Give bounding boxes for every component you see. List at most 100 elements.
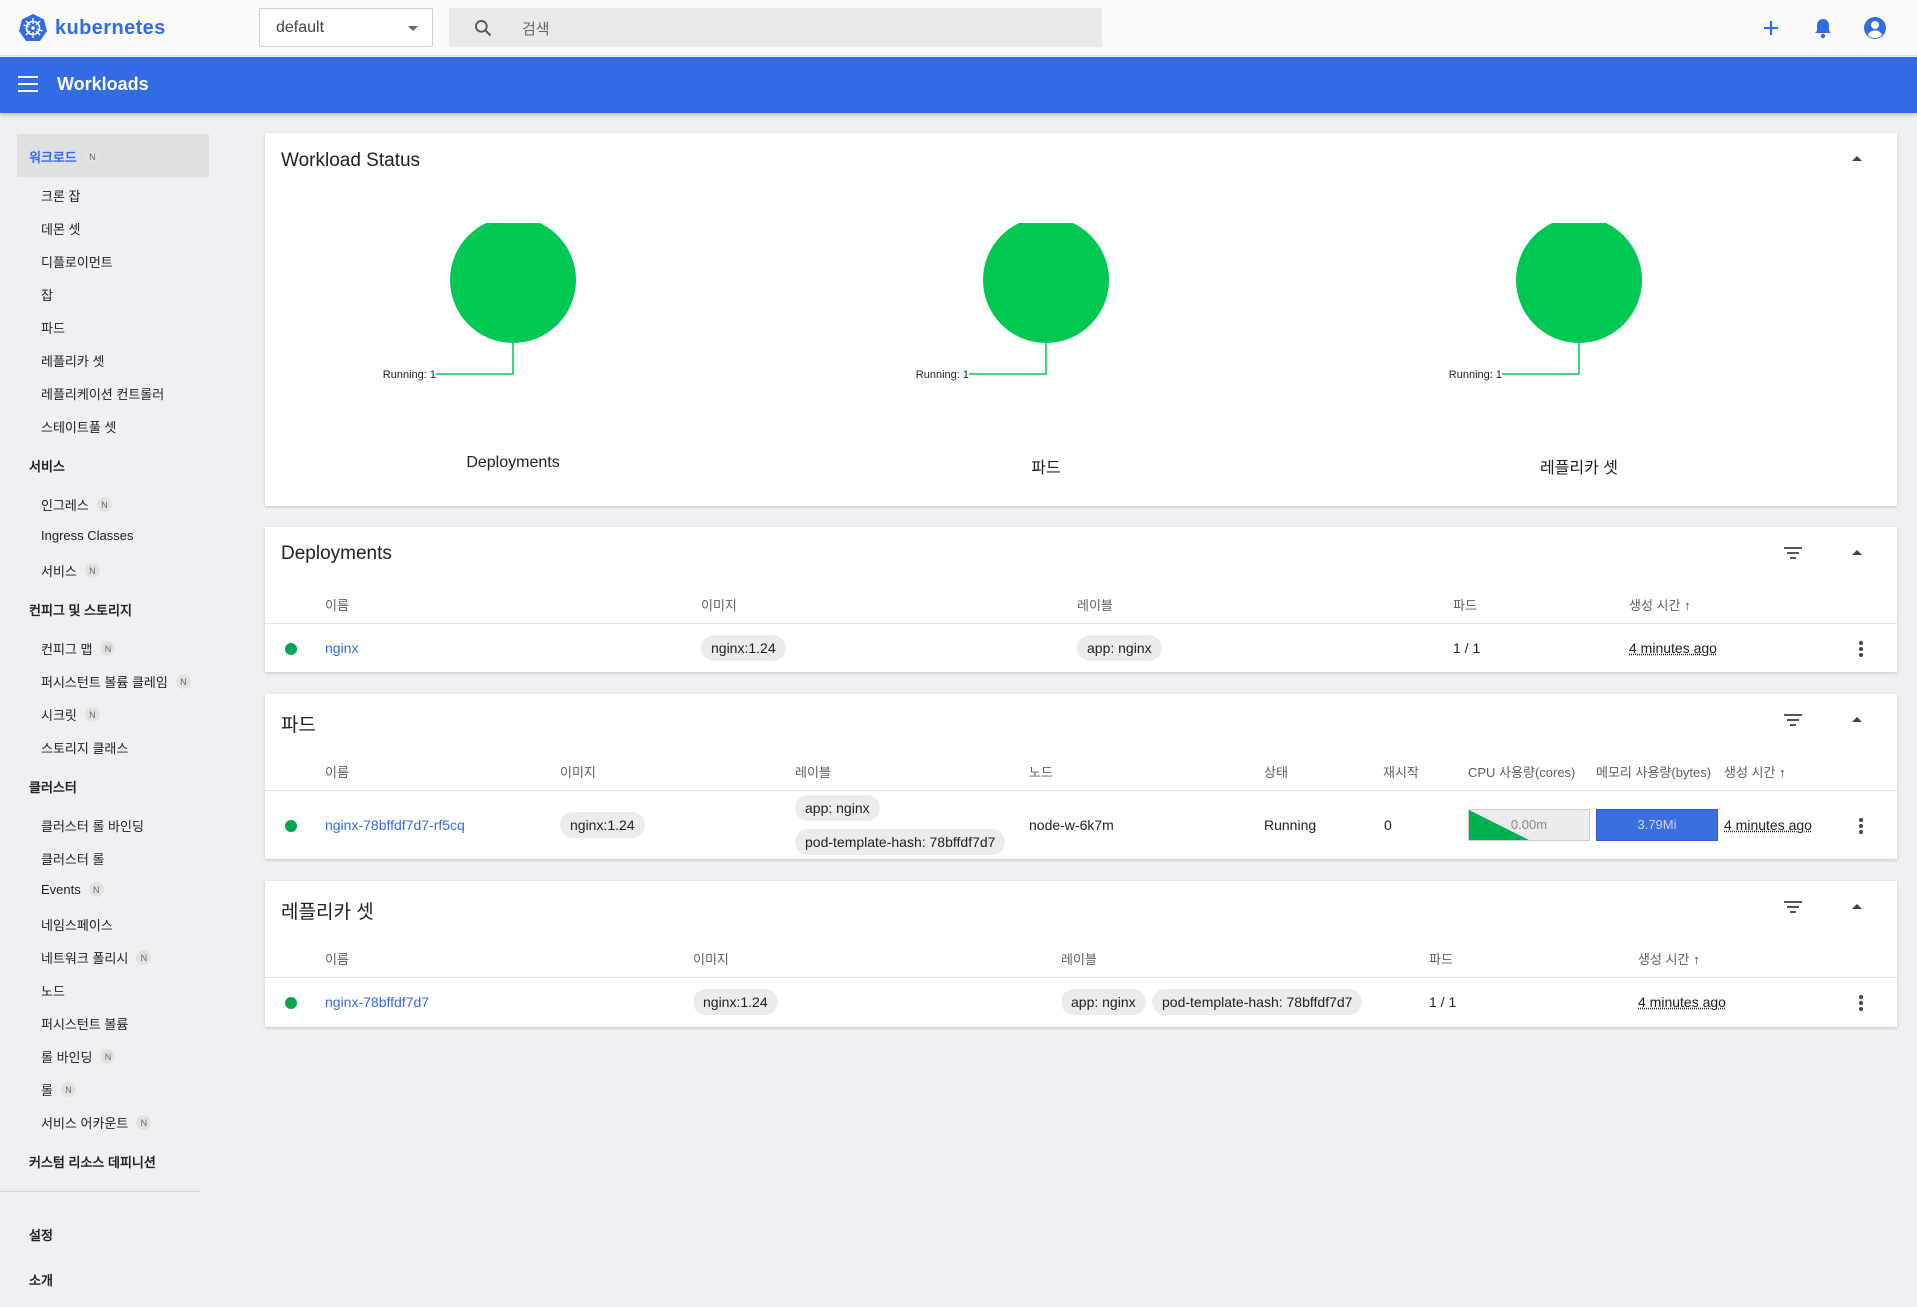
sidebar-item-namespaces[interactable]: 네임스페이스 — [41, 915, 113, 934]
sidebar-item-pods[interactable]: 파드 — [41, 318, 65, 337]
filter-icon[interactable] — [1783, 547, 1803, 567]
more-vert-icon[interactable] — [1859, 818, 1863, 834]
cpu-sparkline: 0.00m — [1468, 809, 1590, 841]
sidebar-item-jobs[interactable]: 잡 — [41, 285, 53, 304]
filter-icon[interactable] — [1783, 901, 1803, 921]
sidebar-item-secrets[interactable]: 시크릿 N — [41, 705, 100, 724]
sidebar-item-rolebindings[interactable]: 롤 바인딩 N — [41, 1047, 116, 1066]
collapse-icon[interactable] — [1847, 148, 1867, 168]
sidebar-item-replicationcontrollers[interactable]: 레플리케이션 컨트롤러 — [41, 384, 164, 403]
memory-sparkline: 3.79Mi — [1596, 809, 1718, 841]
sort-ascending-icon: ↑ — [1693, 952, 1700, 967]
running-leader-line — [969, 343, 1047, 375]
sidebar-item-configmaps[interactable]: 컨피그 맵N — [41, 639, 116, 658]
column-header-name[interactable]: 이름 — [325, 949, 349, 968]
image-chip: nginx:1.24 — [560, 812, 645, 838]
status-chart-label: 파드 — [1031, 460, 1061, 477]
sidebar-item-daemonsets[interactable]: 데몬 셋 — [41, 219, 81, 238]
status-chart-svg: Running: 1 — [916, 217, 1109, 381]
sidebar-item-ingresses[interactable]: 인그레스 N — [41, 495, 112, 514]
sidebar-divider — [0, 1191, 200, 1192]
sidebar-item-nodes[interactable]: 노드 — [41, 981, 65, 1000]
filter-icon[interactable] — [1783, 714, 1803, 734]
sidebar-item-about[interactable]: 소개 — [29, 1270, 53, 1289]
column-header-node: 노드 — [1029, 765, 1053, 780]
column-header-cpu: CPU 사용량(cores) — [1468, 765, 1576, 780]
running-slice — [450, 217, 576, 343]
sidebar-item-statefulsets[interactable]: 스테이트풀 셋 — [41, 417, 116, 436]
label-chip: app: nginx — [1061, 989, 1146, 1015]
running-data-label: Running: 1 — [916, 369, 969, 381]
status-running-icon — [285, 643, 297, 655]
namespaced-badge: N — [100, 641, 116, 656]
sidebar-item-clusterroles[interactable]: 클러스터 롤 — [41, 849, 104, 868]
bell-icon[interactable] — [1810, 15, 1836, 41]
collapse-icon[interactable] — [1847, 542, 1867, 562]
sidebar-item-pvcs[interactable]: 퍼시스턴트 볼륨 클레임 N — [41, 672, 191, 691]
restart-count: 0 — [1384, 817, 1392, 833]
sidebar-item-events[interactable]: Events N — [41, 882, 104, 897]
namespace-selected-value: default — [276, 18, 325, 36]
column-header-name[interactable]: 이름 — [325, 595, 349, 614]
more-vert-icon[interactable] — [1859, 641, 1863, 657]
label-chip: app: nginx — [795, 795, 880, 821]
memory-usage-value: 3.79Mi — [1637, 817, 1677, 832]
sidebar-item-settings[interactable]: 설정 — [29, 1225, 53, 1244]
kubernetes-logo-icon — [19, 14, 47, 41]
sidebar-section-workloads[interactable]: 워크로드 N — [29, 147, 100, 166]
card-title: Workload Status — [281, 150, 421, 171]
sidebar-item-ingressclasses[interactable]: Ingress Classes — [41, 528, 133, 543]
label-chip: pod-template-hash: 78bffdf7d7 — [1152, 989, 1363, 1015]
sidebar-section-service[interactable]: 서비스 — [29, 456, 65, 475]
collapse-icon[interactable] — [1847, 896, 1867, 916]
sidebar-item-cronjobs[interactable]: 크론 잡 — [41, 186, 81, 205]
plus-icon[interactable] — [1758, 15, 1784, 41]
sidebar-section-config-storage[interactable]: 컨피그 및 스토리지 — [29, 600, 132, 619]
column-header-created[interactable]: 생성 시간 ↑ — [1629, 595, 1691, 614]
label-chip: pod-template-hash: 78bffdf7d7 — [795, 829, 1006, 855]
column-header-labels: 레이블 — [795, 765, 831, 780]
sidebar-section-cluster[interactable]: 클러스터 — [29, 777, 77, 796]
page-title: Workloads — [57, 74, 149, 94]
sidebar-item-serviceaccounts[interactable]: 서비스 어카운트 N — [41, 1113, 152, 1132]
column-header-created[interactable]: 생성 시간 ↑ — [1724, 762, 1786, 781]
more-vert-icon[interactable] — [1859, 995, 1863, 1011]
top-toolbar: kubernetes default 검색 — [0, 0, 1917, 56]
collapse-icon[interactable] — [1847, 709, 1867, 729]
column-header-name[interactable]: 이름 — [325, 762, 349, 781]
namespaced-badge: N — [84, 149, 100, 164]
sidebar-item-storageclasses[interactable]: 스토리지 클래스 — [41, 738, 128, 757]
deployment-name-link[interactable]: nginx — [325, 640, 358, 656]
namespaced-badge: N — [175, 674, 191, 689]
sidebar-item-networkpolicies[interactable]: 네트워크 폴리시 N — [41, 948, 152, 967]
sidebar: 워크로드 N 크론 잡 데몬 셋 디플로이먼트 잡 파드 레플리카 셋 레플리케이… — [0, 113, 209, 1307]
search-input[interactable]: 검색 — [522, 18, 550, 39]
column-header-created[interactable]: 생성 시간 ↑ — [1638, 949, 1700, 968]
pod-name-link[interactable]: nginx-78bffdf7d7-rf5cq — [325, 817, 465, 833]
sort-ascending-icon: ↑ — [1684, 598, 1691, 613]
menu-icon[interactable] — [18, 76, 38, 92]
status-chart-replicasets: Running: 1 — [1429, 217, 1729, 473]
status-chart-deployments: Running: 1 — [363, 217, 663, 473]
brand-name: kubernetes — [55, 16, 166, 39]
sidebar-item-services[interactable]: 서비스 N — [41, 561, 100, 580]
sidebar-item-clusterrolebindings[interactable]: 클러스터 롤 바인딩 — [41, 816, 144, 835]
sidebar-item-replicasets[interactable]: 레플리카 셋 — [41, 351, 104, 370]
sidebar-item-persistentvolumes[interactable]: 퍼시스턴트 볼륨 — [41, 1014, 128, 1033]
status-chart-label: 레플리카 셋 — [1539, 460, 1619, 477]
header-divider — [265, 623, 1897, 624]
sidebar-section-label: 워크로드 — [29, 150, 77, 165]
account-icon[interactable] — [1862, 15, 1888, 41]
namespace-select[interactable]: default — [259, 8, 433, 47]
sort-ascending-icon: ↑ — [1779, 765, 1786, 780]
sidebar-section-crds[interactable]: 커스텀 리소스 데피니션 — [29, 1152, 156, 1171]
search-bar[interactable]: 검색 — [449, 8, 1102, 47]
cpu-usage-value: 0.00m — [1510, 817, 1548, 832]
column-header-pods: 파드 — [1429, 952, 1453, 967]
sidebar-item-roles[interactable]: 롤N — [41, 1080, 76, 1099]
brand-logo[interactable]: kubernetes — [18, 13, 166, 43]
sidebar-item-deployments[interactable]: 디플로이먼트 — [41, 252, 113, 271]
replicaset-name-link[interactable]: nginx-78bffdf7d7 — [325, 994, 429, 1010]
namespaced-badge: N — [88, 882, 104, 897]
dropdown-arrow-icon — [408, 26, 418, 31]
